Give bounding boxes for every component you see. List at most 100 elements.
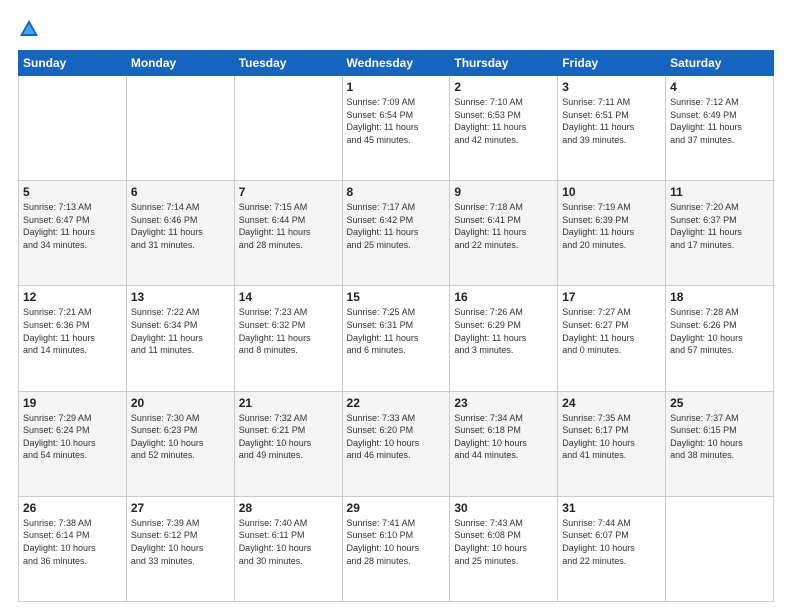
day-info: Sunrise: 7:23 AM Sunset: 6:32 PM Dayligh…: [239, 306, 338, 356]
day-number: 25: [670, 396, 769, 410]
day-number: 14: [239, 290, 338, 304]
day-cell: 1 Sunrise: 7:09 AM Sunset: 6:54 PM Daylig…: [342, 76, 450, 181]
day-cell: 11 Sunrise: 7:20 AM Sunset: 6:37 PM Dayli…: [666, 181, 774, 286]
day-cell: 12Sunrise: 7:21 AM Sunset: 6:36 PM Dayli…: [19, 286, 127, 391]
day-cell: 23Sunrise: 7:34 AM Sunset: 6:18 PM Dayli…: [450, 391, 558, 496]
day-info: Sunrise: 7:19 AM Sunset: 6:39 PM Dayligh…: [562, 201, 661, 251]
day-info: Sunrise: 7:30 AM Sunset: 6:23 PM Dayligh…: [131, 412, 230, 462]
day-info: Sunrise: 7:44 AM Sunset: 6:07 PM Dayligh…: [562, 517, 661, 567]
day-number: 17: [562, 290, 661, 304]
day-number: 11: [670, 185, 769, 199]
day-number: 29: [347, 501, 446, 515]
day-cell: 5 Sunrise: 7:13 AM Sunset: 6:47 PM Daylig…: [19, 181, 127, 286]
day-cell: 28 Sunrise: 7:40 AM Sunset: 6:11 PM Dayli…: [234, 496, 342, 601]
day-number: 16: [454, 290, 553, 304]
day-cell: 3Sunrise: 7:11 AM Sunset: 6:51 PM Daylig…: [558, 76, 666, 181]
day-cell: [126, 76, 234, 181]
day-info: Sunrise: 7:13 AM Sunset: 6:47 PM Dayligh…: [23, 201, 122, 251]
week-row-3: 12Sunrise: 7:21 AM Sunset: 6:36 PM Dayli…: [19, 286, 774, 391]
day-cell: 9 Sunrise: 7:18 AM Sunset: 6:41 PM Daylig…: [450, 181, 558, 286]
day-cell: 7Sunrise: 7:15 AM Sunset: 6:44 PM Daylig…: [234, 181, 342, 286]
day-number: 18: [670, 290, 769, 304]
week-row-4: 19 Sunrise: 7:29 AM Sunset: 6:24 PM Dayli…: [19, 391, 774, 496]
day-info: Sunrise: 7:17 AM Sunset: 6:42 PM Dayligh…: [347, 201, 446, 251]
day-number: 1: [347, 80, 446, 94]
day-number: 27: [131, 501, 230, 515]
day-number: 15: [347, 290, 446, 304]
day-info: Sunrise: 7:29 AM Sunset: 6:24 PM Dayligh…: [23, 412, 122, 462]
page: SundayMondayTuesdayWednesdayThursdayFrid…: [0, 0, 792, 612]
day-cell: 17 Sunrise: 7:27 AM Sunset: 6:27 PM Dayli…: [558, 286, 666, 391]
day-number: 26: [23, 501, 122, 515]
weekday-header-thursday: Thursday: [450, 51, 558, 76]
week-row-2: 5 Sunrise: 7:13 AM Sunset: 6:47 PM Daylig…: [19, 181, 774, 286]
day-info: Sunrise: 7:35 AM Sunset: 6:17 PM Dayligh…: [562, 412, 661, 462]
day-cell: 10 Sunrise: 7:19 AM Sunset: 6:39 PM Dayli…: [558, 181, 666, 286]
calendar: SundayMondayTuesdayWednesdayThursdayFrid…: [18, 50, 774, 602]
header: [18, 18, 774, 40]
day-cell: 21 Sunrise: 7:32 AM Sunset: 6:21 PM Dayli…: [234, 391, 342, 496]
day-number: 20: [131, 396, 230, 410]
day-number: 2: [454, 80, 553, 94]
day-number: 3: [562, 80, 661, 94]
day-cell: 15 Sunrise: 7:25 AM Sunset: 6:31 PM Dayli…: [342, 286, 450, 391]
day-info: Sunrise: 7:37 AM Sunset: 6:15 PM Dayligh…: [670, 412, 769, 462]
day-cell: 31 Sunrise: 7:44 AM Sunset: 6:07 PM Dayli…: [558, 496, 666, 601]
day-number: 19: [23, 396, 122, 410]
day-info: Sunrise: 7:27 AM Sunset: 6:27 PM Dayligh…: [562, 306, 661, 356]
day-info: Sunrise: 7:22 AM Sunset: 6:34 PM Dayligh…: [131, 306, 230, 356]
day-cell: 26 Sunrise: 7:38 AM Sunset: 6:14 PM Dayli…: [19, 496, 127, 601]
day-cell: 30 Sunrise: 7:43 AM Sunset: 6:08 PM Dayli…: [450, 496, 558, 601]
day-cell: 2 Sunrise: 7:10 AM Sunset: 6:53 PM Daylig…: [450, 76, 558, 181]
day-info: Sunrise: 7:18 AM Sunset: 6:41 PM Dayligh…: [454, 201, 553, 251]
day-cell: 22Sunrise: 7:33 AM Sunset: 6:20 PM Dayli…: [342, 391, 450, 496]
logo: [18, 18, 44, 40]
day-cell: 29 Sunrise: 7:41 AM Sunset: 6:10 PM Dayli…: [342, 496, 450, 601]
day-info: Sunrise: 7:38 AM Sunset: 6:14 PM Dayligh…: [23, 517, 122, 567]
day-number: 28: [239, 501, 338, 515]
day-info: Sunrise: 7:41 AM Sunset: 6:10 PM Dayligh…: [347, 517, 446, 567]
day-info: Sunrise: 7:25 AM Sunset: 6:31 PM Dayligh…: [347, 306, 446, 356]
day-cell: 8Sunrise: 7:17 AM Sunset: 6:42 PM Daylig…: [342, 181, 450, 286]
day-info: Sunrise: 7:15 AM Sunset: 6:44 PM Dayligh…: [239, 201, 338, 251]
day-info: Sunrise: 7:12 AM Sunset: 6:49 PM Dayligh…: [670, 96, 769, 146]
day-cell: 4 Sunrise: 7:12 AM Sunset: 6:49 PM Daylig…: [666, 76, 774, 181]
day-number: 21: [239, 396, 338, 410]
day-number: 9: [454, 185, 553, 199]
weekday-header-row: SundayMondayTuesdayWednesdayThursdayFrid…: [19, 51, 774, 76]
day-info: Sunrise: 7:28 AM Sunset: 6:26 PM Dayligh…: [670, 306, 769, 356]
day-number: 10: [562, 185, 661, 199]
day-cell: 27 Sunrise: 7:39 AM Sunset: 6:12 PM Dayli…: [126, 496, 234, 601]
day-number: 13: [131, 290, 230, 304]
day-number: 24: [562, 396, 661, 410]
day-info: Sunrise: 7:43 AM Sunset: 6:08 PM Dayligh…: [454, 517, 553, 567]
day-cell: 24 Sunrise: 7:35 AM Sunset: 6:17 PM Dayli…: [558, 391, 666, 496]
day-number: 6: [131, 185, 230, 199]
day-cell: 14 Sunrise: 7:23 AM Sunset: 6:32 PM Dayli…: [234, 286, 342, 391]
day-cell: 19 Sunrise: 7:29 AM Sunset: 6:24 PM Dayli…: [19, 391, 127, 496]
day-info: Sunrise: 7:39 AM Sunset: 6:12 PM Dayligh…: [131, 517, 230, 567]
weekday-header-monday: Monday: [126, 51, 234, 76]
day-cell: 13 Sunrise: 7:22 AM Sunset: 6:34 PM Dayli…: [126, 286, 234, 391]
day-info: Sunrise: 7:32 AM Sunset: 6:21 PM Dayligh…: [239, 412, 338, 462]
day-info: Sunrise: 7:09 AM Sunset: 6:54 PM Dayligh…: [347, 96, 446, 146]
day-info: Sunrise: 7:40 AM Sunset: 6:11 PM Dayligh…: [239, 517, 338, 567]
week-row-1: 1 Sunrise: 7:09 AM Sunset: 6:54 PM Daylig…: [19, 76, 774, 181]
weekday-header-saturday: Saturday: [666, 51, 774, 76]
day-number: 12: [23, 290, 122, 304]
day-cell: [234, 76, 342, 181]
day-info: Sunrise: 7:14 AM Sunset: 6:46 PM Dayligh…: [131, 201, 230, 251]
day-info: Sunrise: 7:33 AM Sunset: 6:20 PM Dayligh…: [347, 412, 446, 462]
day-number: 30: [454, 501, 553, 515]
day-number: 5: [23, 185, 122, 199]
day-cell: 16Sunrise: 7:26 AM Sunset: 6:29 PM Dayli…: [450, 286, 558, 391]
day-number: 23: [454, 396, 553, 410]
day-info: Sunrise: 7:20 AM Sunset: 6:37 PM Dayligh…: [670, 201, 769, 251]
day-number: 4: [670, 80, 769, 94]
day-cell: 18 Sunrise: 7:28 AM Sunset: 6:26 PM Dayli…: [666, 286, 774, 391]
day-info: Sunrise: 7:10 AM Sunset: 6:53 PM Dayligh…: [454, 96, 553, 146]
weekday-header-wednesday: Wednesday: [342, 51, 450, 76]
day-number: 31: [562, 501, 661, 515]
day-cell: [666, 496, 774, 601]
weekday-header-sunday: Sunday: [19, 51, 127, 76]
